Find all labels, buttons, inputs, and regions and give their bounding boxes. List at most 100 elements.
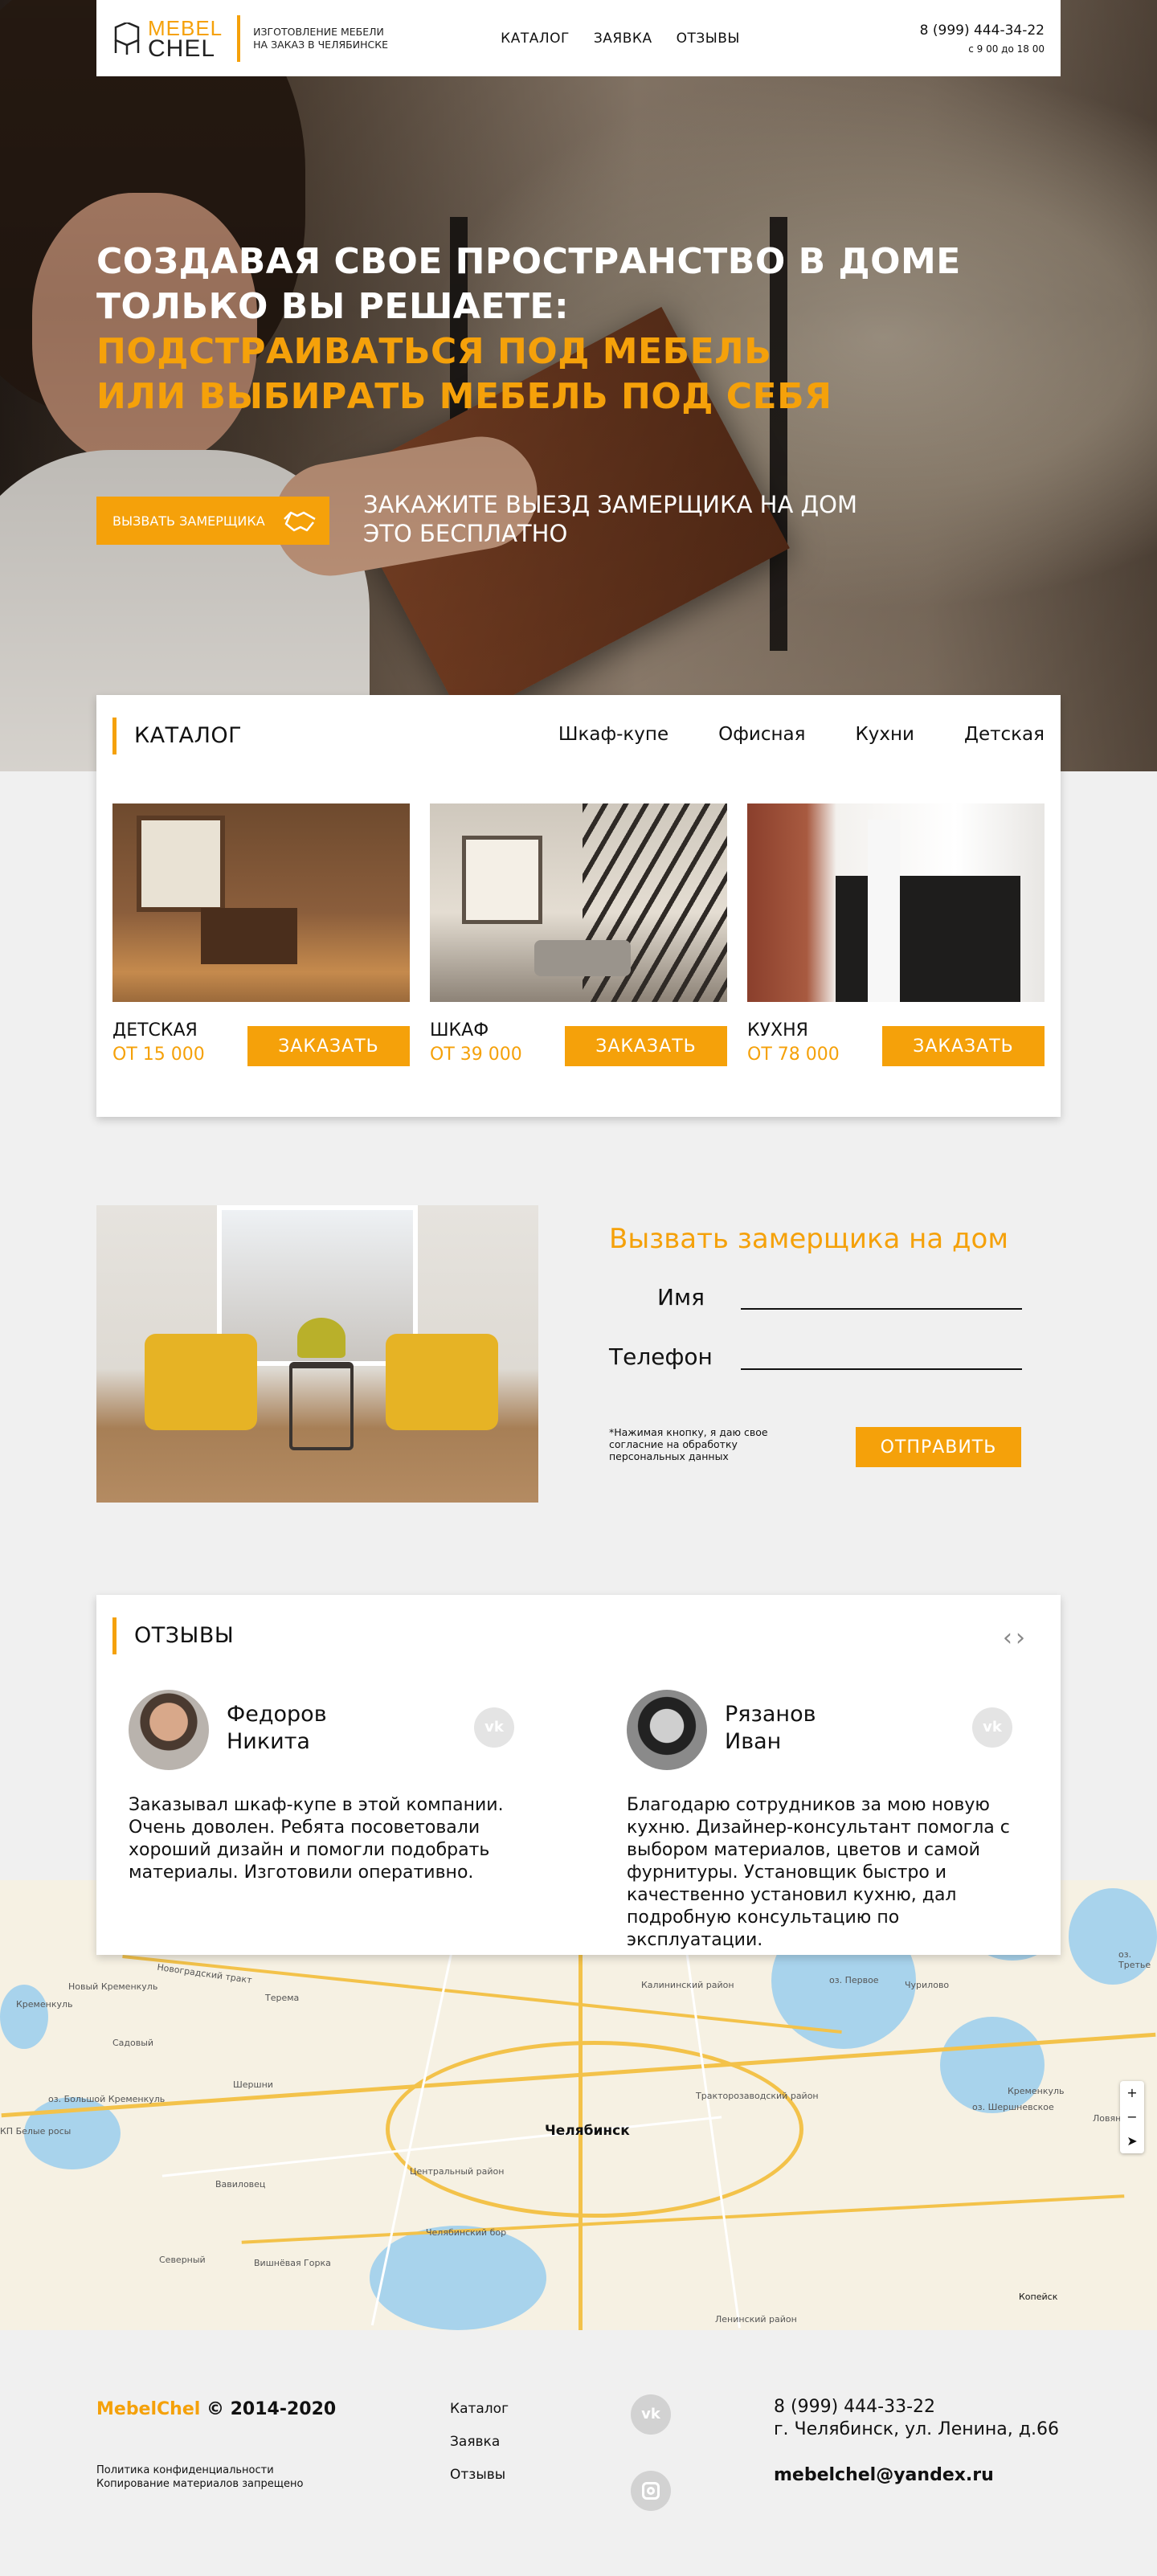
reviewer-last-name: Иван bbox=[725, 1729, 782, 1754]
tagline-line-2: НА ЗАКАЗ В ЧЕЛЯБИНСКЕ bbox=[253, 38, 388, 51]
geolocate-button[interactable]: ➤ bbox=[1120, 2129, 1144, 2153]
review-text: Благодарю сотрудников за мою новую кухню… bbox=[627, 1795, 1010, 1950]
lake bbox=[940, 2017, 1045, 2113]
reviewer-name: Рязанов Иван bbox=[725, 1701, 869, 1756]
map-label: КП Белые росы bbox=[0, 2126, 72, 2136]
column-shape bbox=[868, 820, 900, 1002]
lake bbox=[370, 2226, 546, 2330]
chevron-right-icon[interactable]: › bbox=[1016, 1624, 1028, 1652]
map-label: Копейск bbox=[1019, 2292, 1058, 2302]
header-contact: 8 (999) 444-34-22 с 9 00 до 18 00 bbox=[920, 22, 1045, 55]
nav-reviews[interactable]: ОТЗЫВЫ bbox=[677, 31, 740, 47]
catalog-title: КАТАЛОГ bbox=[112, 718, 242, 754]
hero-note-line-1: ЗАКАЖИТЕ ВЫЕЗД ЗАМЕРЩИКА НА ДОМ bbox=[363, 491, 858, 518]
nav-catalog[interactable]: КАТАЛОГ bbox=[501, 31, 570, 47]
vk-icon[interactable]: vk bbox=[474, 1707, 514, 1748]
consent-text: *Нажимая кнопку, я даю свое согласние на… bbox=[609, 1426, 768, 1462]
sofa-shape bbox=[534, 940, 631, 976]
footer-contact: 8 (999) 444-33-22 г. Челябинск, ул. Лени… bbox=[774, 2396, 1059, 2441]
footer-link-catalog[interactable]: Каталог bbox=[450, 2393, 509, 2426]
hero-line-1: СОЗДАВАЯ СВОЕ ПРОСТРАНСТВО В ДОМЕ bbox=[96, 241, 961, 282]
product-card-wardrobe: ШКАФ ОТ 39 000 ЗАКАЗАТЬ bbox=[430, 803, 727, 1066]
armchair-left bbox=[145, 1334, 257, 1430]
catalog-section: КАТАЛОГ Шкаф-купе Офисная Кухни Детская … bbox=[96, 695, 1061, 1117]
page: MEBEL CHEL ИЗГОТОВЛЕНИЕ МЕБЕЛИ НА ЗАКАЗ … bbox=[0, 0, 1157, 2576]
tab-kitchens[interactable]: Кухни bbox=[855, 724, 914, 745]
map-label: оз. Шершневское bbox=[972, 2102, 1054, 2112]
map-label: оз. Третье bbox=[1118, 1949, 1151, 1970]
road bbox=[122, 1954, 842, 2034]
copy-notice: Копирование материалов запрещено bbox=[96, 2478, 304, 2490]
reviewer-first-name: Рязанов bbox=[725, 1702, 816, 1727]
tab-office[interactable]: Офисная bbox=[718, 724, 805, 745]
product-name: КУХНЯ bbox=[747, 1020, 808, 1041]
zoom-in-button[interactable]: + bbox=[1120, 2081, 1144, 2105]
map-label: Садовый bbox=[112, 2038, 154, 2048]
map-label: Челябинский бор bbox=[426, 2227, 507, 2238]
submit-button[interactable]: ОТПРАВИТЬ bbox=[856, 1427, 1021, 1467]
hero-note: ЗАКАЖИТЕ ВЫЕЗД ЗАМЕРЩИКА НА ДОМ ЭТО БЕСП… bbox=[363, 490, 857, 548]
reviews-title: ОТЗЫВЫ bbox=[112, 1617, 234, 1654]
product-image-wardrobe[interactable] bbox=[430, 803, 727, 1002]
hero-note-line-2: ЭТО БЕСПЛАТНО bbox=[363, 520, 568, 547]
reviewer-first-name: Федоров bbox=[227, 1702, 327, 1727]
call-measurer-button[interactable]: ВЫЗВАТЬ ЗАМЕРЩИКА bbox=[96, 497, 329, 545]
product-price: ОТ 78 000 bbox=[747, 1045, 840, 1065]
tab-wardrobe[interactable]: Шкаф-купе bbox=[558, 724, 668, 745]
plant-shape bbox=[297, 1318, 345, 1358]
instagram-icon[interactable] bbox=[631, 2471, 671, 2511]
catalog-tabs: Шкаф-купе Офисная Кухни Детская bbox=[558, 724, 1045, 745]
reviews-section: ОТЗЫВЫ ‹› Федоров Никита vk Заказывал шк… bbox=[96, 1595, 1061, 1955]
footer-address: г. Челябинск, ул. Ленина, д.66 bbox=[774, 2419, 1059, 2439]
site-footer: MebelChel © 2014-2020 Политика конфиденц… bbox=[0, 2330, 1157, 2576]
window-shape bbox=[462, 836, 542, 924]
chevron-left-icon[interactable]: ‹ bbox=[1003, 1624, 1016, 1652]
phone-field[interactable] bbox=[741, 1368, 1022, 1370]
footer-link-request[interactable]: Заявка bbox=[450, 2426, 509, 2459]
zoom-out-button[interactable]: − bbox=[1120, 2105, 1144, 2129]
armchair-right bbox=[386, 1334, 498, 1430]
product-image-kids[interactable] bbox=[112, 803, 410, 1002]
product-name: ШКАФ bbox=[430, 1020, 489, 1041]
reviewer-last-name: Никита bbox=[227, 1729, 310, 1754]
name-field[interactable] bbox=[741, 1308, 1022, 1310]
map-label: Вавиловец bbox=[215, 2179, 266, 2190]
product-card-kids: ДЕТСКАЯ ОТ 15 000 ЗАКАЗАТЬ bbox=[112, 803, 410, 1066]
phone-label: Телефон bbox=[609, 1343, 713, 1370]
nav-request[interactable]: ЗАЯВКА bbox=[594, 31, 652, 47]
reviewer-name: Федоров Никита bbox=[227, 1701, 371, 1756]
lake bbox=[1069, 1888, 1157, 1985]
footer-email[interactable]: mebelchel@yandex.ru bbox=[774, 2465, 994, 2485]
tagline-line-1: ИЗГОТОВЛЕНИЕ МЕБЕЛИ bbox=[253, 25, 384, 38]
product-card-kitchen: КУХНЯ ОТ 78 000 ЗАКАЗАТЬ bbox=[747, 803, 1045, 1066]
instagram-lens bbox=[647, 2487, 655, 2495]
order-button[interactable]: ЗАКАЗАТЬ bbox=[882, 1026, 1045, 1066]
header-phone[interactable]: 8 (999) 444-34-22 bbox=[920, 22, 1045, 39]
map-city-label: Челябинск bbox=[545, 2123, 630, 2139]
footer-phone[interactable]: 8 (999) 444-33-22 bbox=[774, 2396, 1059, 2419]
product-name: ДЕТСКАЯ bbox=[112, 1020, 198, 1041]
header-hours: с 9 00 до 18 00 bbox=[968, 43, 1045, 55]
site-header: MEBEL CHEL ИЗГОТОВЛЕНИЕ МЕБЕЛИ НА ЗАКАЗ … bbox=[96, 0, 1061, 76]
footer-link-reviews[interactable]: Отзывы bbox=[450, 2459, 509, 2492]
avatar bbox=[627, 1690, 707, 1770]
product-image-kitchen[interactable] bbox=[747, 803, 1045, 1002]
avatar bbox=[129, 1690, 209, 1770]
map-label: Шершни bbox=[233, 2079, 273, 2090]
hero-title: СОЗДАВАЯ СВОЕ ПРОСТРАНСТВО В ДОМЕ ТОЛЬКО… bbox=[96, 239, 961, 419]
privacy-policy-link[interactable]: Политика конфиденциальности bbox=[96, 2464, 303, 2477]
footer-legal: Политика конфиденциальности Копирование … bbox=[96, 2464, 303, 2491]
tab-kids[interactable]: Детская bbox=[964, 724, 1045, 745]
hero-line-2: ТОЛЬКО ВЫ РЕШАЕТЕ: bbox=[96, 286, 570, 327]
hero-line-3: ПОДСТРАИВАТЬСЯ ПОД МЕБЕЛЬ bbox=[96, 331, 772, 372]
logo[interactable]: MEBEL CHEL bbox=[111, 10, 223, 67]
order-button[interactable]: ЗАКАЗАТЬ bbox=[247, 1026, 410, 1066]
map-label: Кременкуль bbox=[16, 1999, 73, 2010]
vk-icon[interactable]: vk bbox=[972, 1707, 1012, 1748]
order-button[interactable]: ЗАКАЗАТЬ bbox=[565, 1026, 727, 1066]
map-label: Центральный район bbox=[410, 2166, 505, 2177]
map-label: Терема bbox=[265, 1993, 300, 2003]
vk-icon[interactable]: vk bbox=[631, 2394, 671, 2435]
logo-bottom-text: CHEL bbox=[148, 35, 216, 62]
map-label: Вишнёвая Горка bbox=[254, 2258, 331, 2268]
